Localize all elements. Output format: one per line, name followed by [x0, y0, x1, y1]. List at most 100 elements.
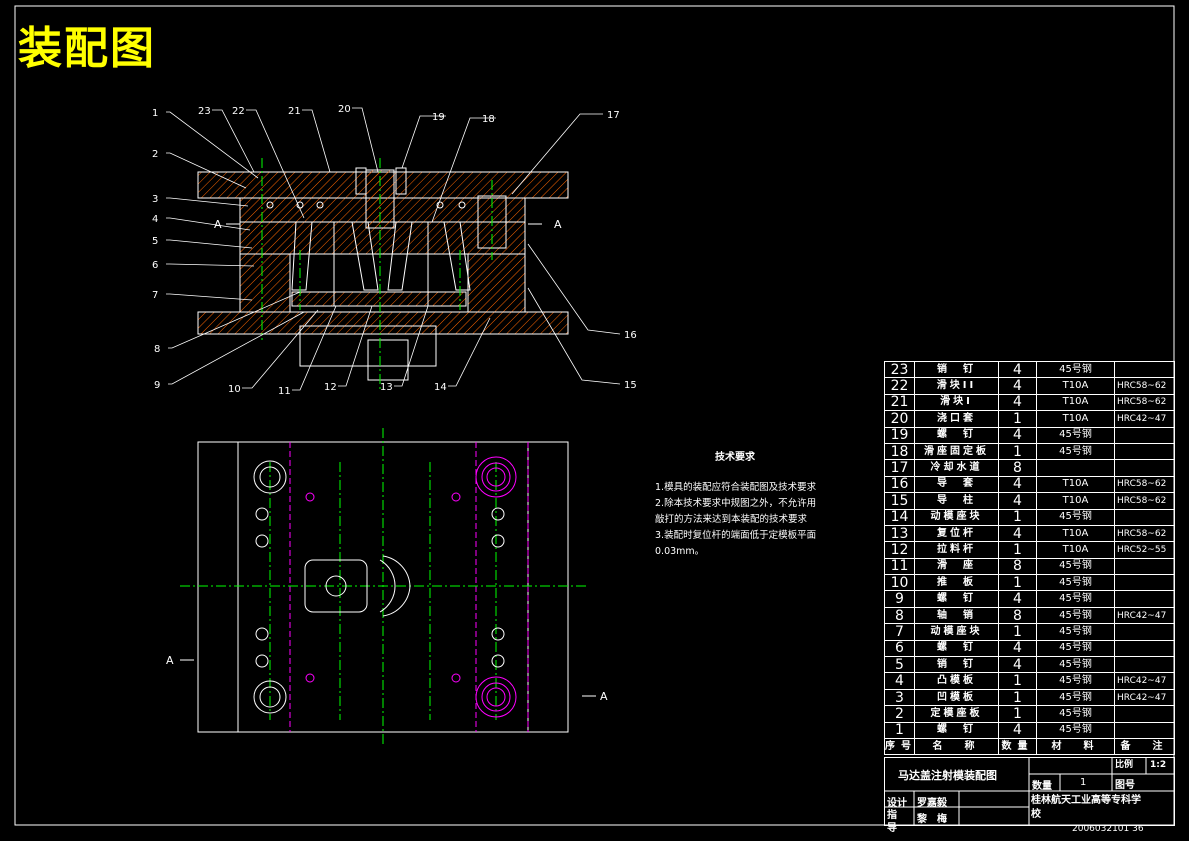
bom-part-remark [1114, 426, 1175, 444]
bom-row: 5销 钉 4 45号钢 [884, 656, 1175, 674]
bom-part-remark [1114, 705, 1175, 723]
bom-row: 9螺 钉 4 45号钢 [884, 590, 1175, 608]
bom-part-no: 21 [884, 393, 915, 412]
bom-part-material: 45号钢 [1036, 590, 1115, 608]
callout-number: 8 [154, 344, 160, 355]
callout-number: 17 [607, 110, 620, 121]
bom-part-qty: 4 [998, 656, 1037, 674]
bom-part-remark [1114, 508, 1175, 526]
leader-line [212, 109, 255, 173]
bom-part-name: 动模座块 [914, 508, 999, 526]
bom-part-qty: 4 [998, 393, 1037, 412]
scale-value: 1:2 [1150, 760, 1167, 770]
bom-part-no: 20 [884, 410, 915, 428]
leader-line [401, 115, 446, 169]
callout-number: 22 [232, 106, 245, 117]
bom-part-no: 8 [884, 606, 915, 625]
bom-row: 2 定模座板 1 45号钢 [884, 705, 1175, 723]
instructor-label: 指导 [887, 810, 897, 834]
tech-line: 0.03mm。 [655, 546, 705, 557]
bom-part-no: 6 [884, 639, 915, 658]
bom-part-qty: 4 [998, 426, 1037, 444]
bom-part-qty: 4 [998, 524, 1037, 543]
bom-part-remark: HRC42~47 [1114, 672, 1175, 690]
bom-part-material: 45号钢 [1036, 656, 1115, 674]
bom-part-material: T10A [1036, 410, 1115, 428]
callout-number: 6 [152, 260, 158, 271]
bom-part-no: 22 [884, 377, 915, 395]
bom-part-name: 螺 钉 [914, 590, 999, 608]
bom-part-qty: 4 [998, 360, 1037, 379]
bom-part-material: 45号钢 [1036, 688, 1115, 707]
bom-part-no: 3 [884, 688, 915, 707]
bom-part-name: 销 钉 [914, 360, 999, 379]
bom-part-material: T10A [1036, 524, 1115, 543]
bom-row: 20 浇口套 1 T10A HRC42~47 [884, 410, 1175, 428]
bom-part-remark: HRC58~62 [1114, 377, 1175, 395]
callout-number: 4 [152, 214, 158, 225]
tech-heading: 技术要求 [715, 452, 755, 463]
tech-line: 3.装配时复位杆的端面低于定模板平面 [655, 530, 817, 541]
bom-row: 19 螺 钉 4 45号钢 [884, 426, 1175, 444]
bom-part-qty: 1 [998, 688, 1037, 707]
bom-part-name: 凹模板 [914, 688, 999, 707]
bom-row: 22 滑块II 4 T10A HRC58~62 [884, 377, 1175, 395]
scale-label: 比例 [1115, 760, 1134, 770]
bom-part-qty: 1 [998, 442, 1037, 461]
bom-part-material: 45号钢 [1036, 623, 1115, 641]
bom-part-qty: 8 [998, 459, 1037, 477]
qty-label: 数量 [1032, 781, 1052, 792]
bom-row: 11 滑 座 8 45号钢 [884, 557, 1175, 576]
callout-number: 3 [152, 194, 158, 205]
bom-part-material: 45号钢 [1036, 672, 1115, 690]
callout-number: 19 [432, 112, 445, 123]
callout-number: 10 [228, 384, 241, 395]
bom-row: 17 冷却水道 8 [884, 459, 1175, 477]
bom-part-remark: HRC58~62 [1114, 393, 1175, 412]
bom-part-material: 45号钢 [1036, 426, 1115, 444]
bom-part-no: 19 [884, 426, 915, 444]
instructor-name: 黎 梅 [917, 814, 947, 825]
bom-part-qty: 4 [998, 492, 1037, 510]
bom-part-no: 17 [884, 459, 915, 477]
bill-of-materials: 23 销 钉 4 45号钢 22 滑块II 4 T10A HRC58~62 21 滑块I 4 T10A H… [884, 360, 1175, 756]
left-support-block [239, 253, 291, 313]
bom-part-material: T10A [1036, 475, 1115, 494]
bom-part-no: 18 [884, 442, 915, 461]
bom-part-remark: HRC42~47 [1114, 688, 1175, 707]
callout-number: 9 [154, 380, 160, 391]
bom-part-material: T10A [1036, 492, 1115, 510]
bom-header-material: 材 料 [1036, 737, 1115, 756]
callout-number: 12 [324, 382, 337, 393]
bom-part-material: 45号钢 [1036, 557, 1115, 576]
leader-line [166, 293, 253, 301]
knockout-rod [367, 339, 409, 381]
bom-part-no: 14 [884, 508, 915, 526]
callout-number: 14 [434, 382, 447, 393]
bom-part-remark [1114, 459, 1175, 477]
designer-name: 罗嘉毅 [917, 798, 947, 809]
bom-part-qty: 8 [998, 606, 1037, 625]
bom-part-name: 滑 座 [914, 557, 999, 576]
bom-part-qty: 4 [998, 590, 1037, 608]
bom-part-qty: 1 [998, 410, 1037, 428]
bom-part-no: 11 [884, 557, 915, 576]
callout-number: 15 [624, 380, 637, 391]
title-block: 马达盖注射模装配图 比例 1:2 数量 1 图号 设计 罗嘉毅 指导 黎 梅 桂… [884, 757, 1174, 834]
leader-line [166, 197, 249, 207]
bom-part-no: 23 [884, 360, 915, 379]
tech-line: 敲打的方法来达到本装配的技术要求 [655, 514, 808, 525]
bom-part-name: 滑块I [914, 393, 999, 412]
school-name: 桂林航天工业高等专科学校 [1031, 795, 1141, 820]
drawing-name: 马达盖注射模装配图 [898, 769, 997, 782]
bom-part-remark: HRC42~47 [1114, 606, 1175, 625]
bom-part-remark: HRC58~62 [1114, 475, 1175, 494]
callout-number: 13 [380, 382, 393, 393]
leader-line [352, 107, 379, 173]
callout-number: 7 [152, 290, 158, 301]
bom-row: 16 导 套 4 T10A HRC58~62 [884, 475, 1175, 494]
bom-row: 6螺 钉 4 45号钢 [884, 639, 1175, 658]
ejector-plate [291, 291, 467, 307]
bom-part-material: T10A [1036, 377, 1115, 395]
bom-row: 1螺 钉 4 45号钢 [884, 721, 1175, 739]
